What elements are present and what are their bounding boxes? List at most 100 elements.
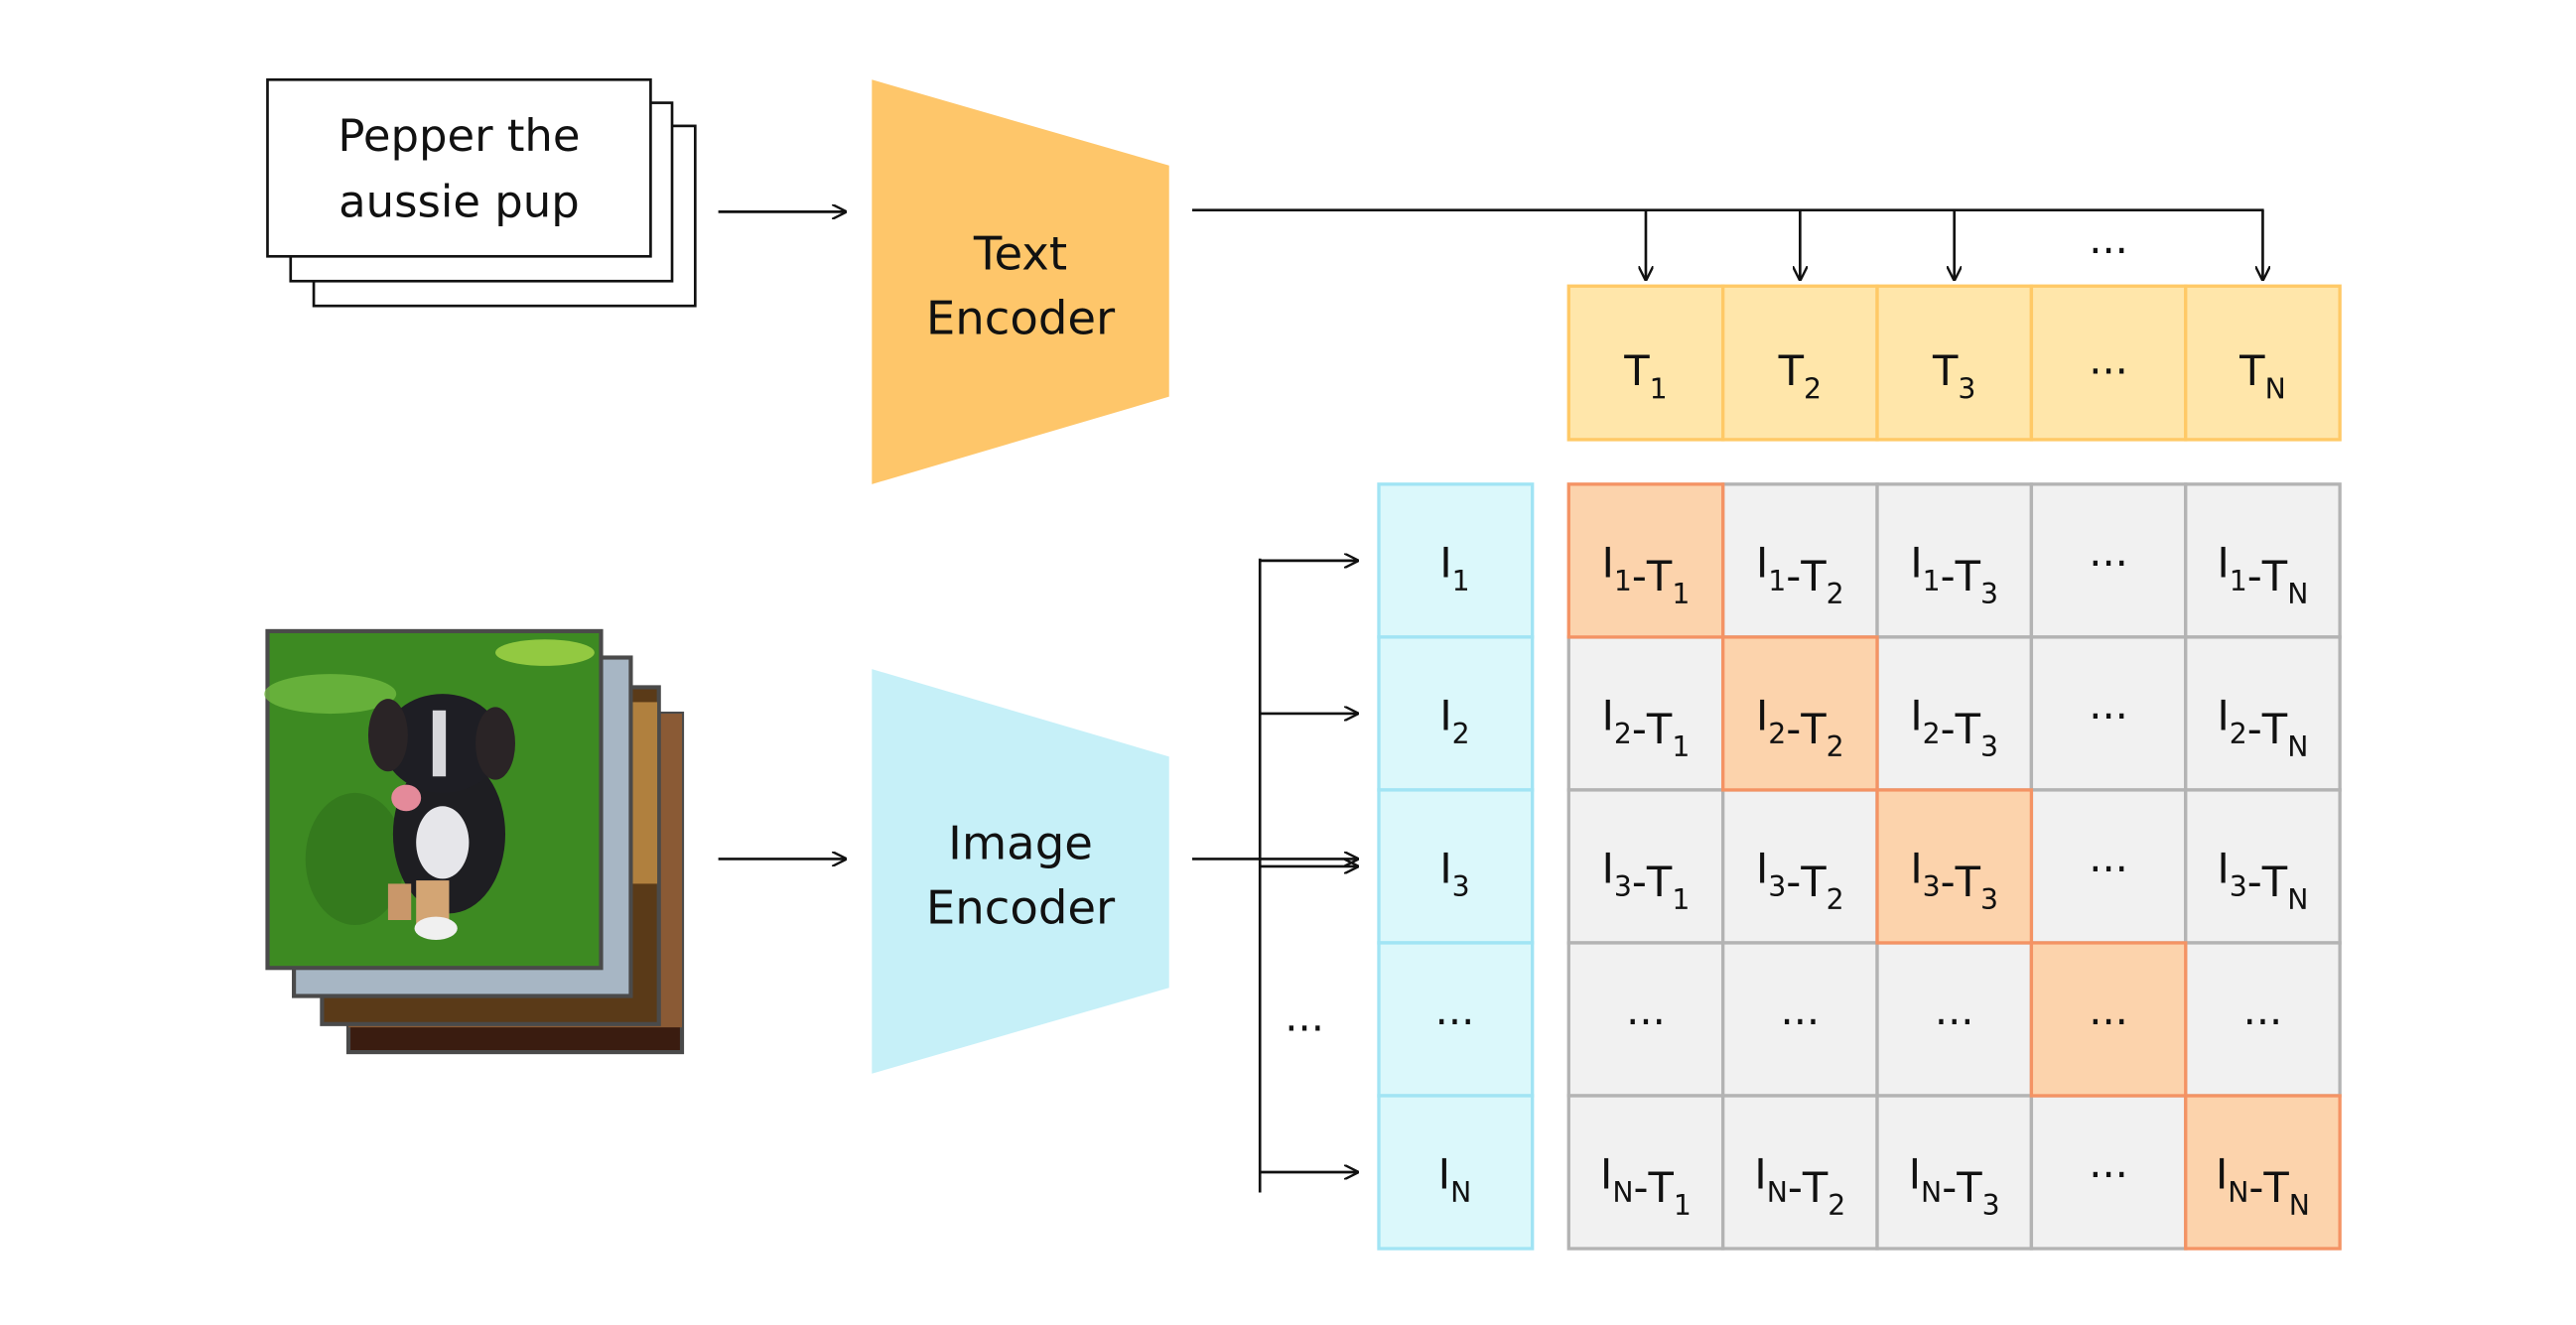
label-base: I [1754, 1150, 1766, 1199]
dash: - [2247, 552, 2262, 600]
text-embedding-label: ... [2089, 334, 2128, 383]
label-sub: 1 [1672, 578, 1690, 610]
label-base: I [2218, 538, 2230, 587]
text-input-stack: Pepper the aussie pup [266, 77, 697, 308]
dash: - [1941, 552, 1956, 600]
matrix-cell-ellipsis: ... [2089, 680, 2128, 729]
dash: - [1786, 858, 1801, 906]
caption-line-1: Pepper the [338, 109, 580, 162]
label-sub: 2 [1768, 718, 1786, 750]
label-sub: N [2287, 883, 2308, 916]
text-encoder-shape [872, 79, 1169, 484]
label-base: I [1910, 538, 1922, 587]
label-base: I [1439, 845, 1451, 893]
caption-line-2: aussie pup [339, 175, 580, 227]
dash: - [1633, 1163, 1648, 1212]
label-sub: 3 [1982, 1189, 2000, 1222]
image-arrows-ellipsis: ... [1285, 992, 1324, 1040]
label-base: T [1646, 705, 1673, 753]
matrix-cell-ellipsis: ... [2089, 527, 2128, 576]
label-base: I [2216, 1150, 2228, 1199]
dog-leg [387, 883, 412, 920]
label-sub: 2 [1614, 718, 1632, 750]
label-sub: 1 [1768, 565, 1786, 597]
label-base: I [1600, 1150, 1612, 1199]
label-base: I [1910, 845, 1922, 893]
label-base: T [1646, 552, 1673, 600]
image-encoder-shape [872, 669, 1169, 1074]
label-base: I [2218, 692, 2230, 740]
dog-chest [416, 806, 470, 879]
label-sub: 2 [1827, 578, 1844, 610]
label-base: T [1778, 346, 1805, 395]
label-sub: 3 [1614, 870, 1632, 903]
text-embeddings-row: T1 T2 T3... TN [1566, 284, 2342, 442]
label-sub: 1 [1650, 372, 1668, 405]
clip-diagram: Pepper the aussie pup Text Encoder Image… [0, 0, 2576, 1325]
label-sub: N [1921, 1176, 1942, 1209]
label-base: T [1646, 858, 1673, 906]
label-sub: 1 [1923, 565, 1941, 597]
matrix-cell-ellipsis: ... [2089, 833, 2128, 881]
dash: - [1786, 705, 1801, 753]
label-base: T [1955, 552, 1981, 600]
dash: - [1788, 1163, 1803, 1212]
label-base: T [1800, 552, 1827, 600]
label-sub: 1 [2230, 565, 2247, 597]
label-base: T [1956, 1163, 1982, 1212]
dog-paw [414, 916, 458, 940]
label-sub: 2 [2230, 718, 2247, 750]
label-sub: N [1767, 1176, 1788, 1209]
dash: - [1941, 705, 1956, 753]
label-sub: 3 [1768, 870, 1786, 903]
dash: - [2248, 1163, 2263, 1212]
label-sub: 2 [1452, 718, 1470, 750]
label-sub: 3 [1980, 883, 1998, 916]
image-input-stack [264, 628, 685, 1055]
image-embedding-cell [1377, 482, 1535, 639]
label-base: I [1438, 1150, 1450, 1199]
label-sub: 1 [1672, 730, 1690, 763]
label-sub: 1 [1672, 883, 1690, 916]
dash: - [1941, 858, 1956, 906]
label-sub: N [2289, 1189, 2310, 1222]
label-base: T [2238, 346, 2265, 395]
matrix-cell-ellipsis: ... [2089, 986, 2128, 1034]
label-sub: 2 [1827, 730, 1844, 763]
label-sub: 1 [1614, 565, 1632, 597]
label-base: I [1910, 692, 1922, 740]
text-arrows-ellipsis: ... [2089, 214, 2128, 263]
label-sub: 2 [1827, 883, 1844, 916]
label-base: ... [1435, 986, 1475, 1034]
text-encoder-label-1: Text [973, 227, 1067, 281]
label-sub: 2 [1828, 1189, 1845, 1222]
label-sub: 3 [1452, 870, 1470, 903]
label-sub: 3 [1923, 870, 1941, 903]
image-encoder-label-2: Encoder [926, 880, 1116, 934]
label-base: T [2261, 705, 2288, 753]
image-encoder-label-1: Image [948, 816, 1093, 869]
dash: - [2247, 705, 2262, 753]
label-base: T [1800, 858, 1827, 906]
label-base: I [1439, 692, 1451, 740]
label-base: I [1602, 538, 1614, 587]
image-embeddings-column: I1I2I3...IN [1377, 482, 1535, 1251]
label-sub: 2 [1804, 372, 1822, 405]
label-sub: N [2287, 730, 2308, 763]
label-base: ... [2089, 334, 2128, 383]
label-base: I [1602, 692, 1614, 740]
label-sub: 1 [1452, 565, 1470, 597]
label-base: I [1756, 538, 1768, 587]
label-sub: N [2287, 578, 2308, 610]
image-embedding-cell [1377, 1094, 1535, 1251]
label-base: T [2261, 552, 2288, 600]
label-base: T [1932, 346, 1959, 395]
label-base: I [2218, 845, 2230, 893]
dash: - [2247, 858, 2262, 906]
dog-tongue [391, 784, 422, 812]
label-sub: 3 [1980, 578, 1998, 610]
label-sub: 1 [1674, 1189, 1692, 1222]
label-base: I [1756, 845, 1768, 893]
image-embedding-cell [1377, 635, 1535, 792]
matrix-cell-ellipsis: ... [2243, 986, 2283, 1034]
